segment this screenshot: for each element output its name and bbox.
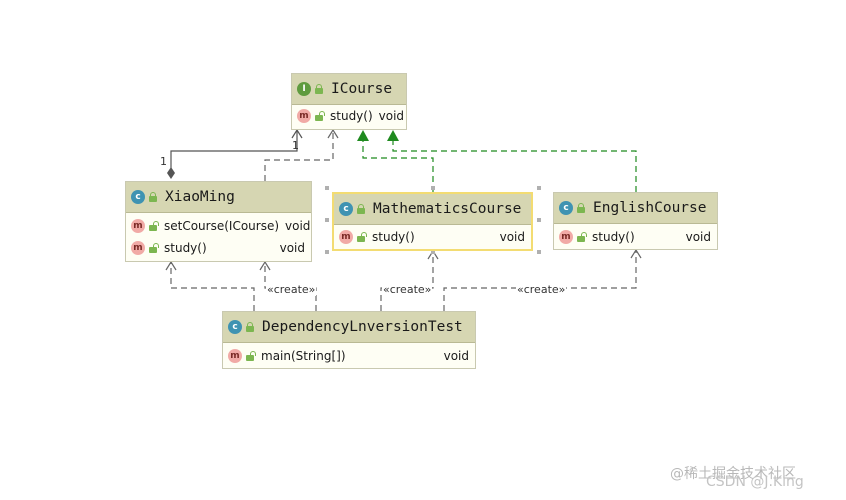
method-icon: m (228, 349, 242, 363)
method-icon: m (131, 219, 145, 233)
method-type: void (378, 109, 405, 123)
unlock-icon (314, 111, 325, 121)
englishcourse-title: EnglishCourse (593, 200, 707, 216)
multiplicity-label-icourse: 1 (292, 139, 299, 152)
selection-handle[interactable] (325, 250, 329, 254)
method-type: void (443, 349, 469, 363)
class-icon: c (131, 190, 145, 204)
method-name: study() (372, 230, 415, 244)
method-type: void (279, 241, 305, 255)
englishcourse-header[interactable]: c EnglishCourse (554, 193, 717, 224)
selection-handle[interactable] (325, 186, 329, 190)
class-icon: c (339, 202, 353, 216)
unlock-icon (245, 351, 256, 361)
interface-icon: I (297, 82, 311, 96)
dependencylnversiontest-node[interactable]: c DependencyLnversionTest m main(String[… (222, 311, 476, 369)
class-icon: c (228, 320, 242, 334)
method-icon: m (131, 241, 145, 255)
method-name: setCourse(ICourse) (164, 219, 280, 233)
icourse-node[interactable]: I ICourse m study() void (291, 73, 407, 130)
class-icon: c (559, 201, 573, 215)
create-label-english: «create» (516, 283, 567, 296)
realization-math-triangle (357, 130, 369, 141)
englishcourse-method-row[interactable]: m study() void (554, 226, 717, 248)
composition-line (170, 130, 298, 168)
create-math-line (380, 251, 434, 311)
dependency-xiaoming-icourse (264, 130, 334, 181)
dependencylnversiontest-header[interactable]: c DependencyLnversionTest (223, 312, 475, 343)
mathematicscourse-header[interactable]: c MathematicsCourse (334, 194, 531, 225)
xiaoming-header[interactable]: c XiaoMing (126, 182, 311, 213)
englishcourse-node[interactable]: c EnglishCourse m study() void (553, 192, 718, 250)
create-english-line (443, 250, 637, 311)
create-label-xiaoming: «create» (266, 283, 317, 296)
realization-math-line (362, 140, 434, 192)
selection-handle[interactable] (537, 186, 541, 190)
method-icon: m (297, 109, 311, 123)
method-icon: m (339, 230, 353, 244)
method-type: void (285, 219, 311, 233)
create-xiaoming-left (170, 262, 255, 311)
watermark-csdn: CSDN @J.King (706, 474, 804, 490)
mathematicscourse-method-row[interactable]: m study() void (334, 226, 531, 248)
realization-english-triangle (387, 130, 399, 141)
method-name: main(String[]) (261, 349, 346, 363)
dependencylnversiontest-title: DependencyLnversionTest (262, 319, 463, 335)
xiaoming-node[interactable]: c XiaoMing m setCourse(ICourse) void m s… (125, 181, 312, 262)
method-name: study() (592, 230, 635, 244)
selection-handle[interactable] (431, 186, 435, 190)
lock-icon (356, 204, 366, 214)
unlock-icon (356, 232, 367, 242)
composition-diamond (167, 167, 175, 179)
realization-english-line (392, 140, 637, 192)
xiaoming-title: XiaoMing (165, 189, 235, 205)
method-type: void (499, 230, 525, 244)
lock-icon (576, 203, 586, 213)
icourse-header[interactable]: I ICourse (292, 74, 406, 105)
xiaoming-method-row[interactable]: m study() void (126, 237, 311, 259)
method-name: study() (164, 241, 207, 255)
method-name: study() (330, 109, 373, 123)
selection-handle[interactable] (537, 218, 541, 222)
mathematicscourse-title: MathematicsCourse (373, 201, 522, 217)
icourse-title: ICourse (331, 81, 393, 97)
multiplicity-label-xiaoming: 1 (160, 155, 167, 168)
create-label-math: «create» (382, 283, 433, 296)
xiaoming-method-row[interactable]: m setCourse(ICourse) void (126, 215, 311, 237)
lock-icon (148, 192, 158, 202)
selection-handle[interactable] (325, 218, 329, 222)
icourse-method-row[interactable]: m study() void (292, 105, 406, 127)
unlock-icon (148, 243, 159, 253)
method-icon: m (559, 230, 573, 244)
dependencylnversiontest-method-row[interactable]: m main(String[]) void (223, 345, 475, 367)
selection-handle[interactable] (537, 250, 541, 254)
method-type: void (685, 230, 711, 244)
unlock-icon (576, 232, 587, 242)
lock-icon (245, 322, 255, 332)
mathematicscourse-node[interactable]: c MathematicsCourse m study() void (332, 192, 533, 251)
lock-icon (314, 84, 324, 94)
unlock-icon (148, 221, 159, 231)
